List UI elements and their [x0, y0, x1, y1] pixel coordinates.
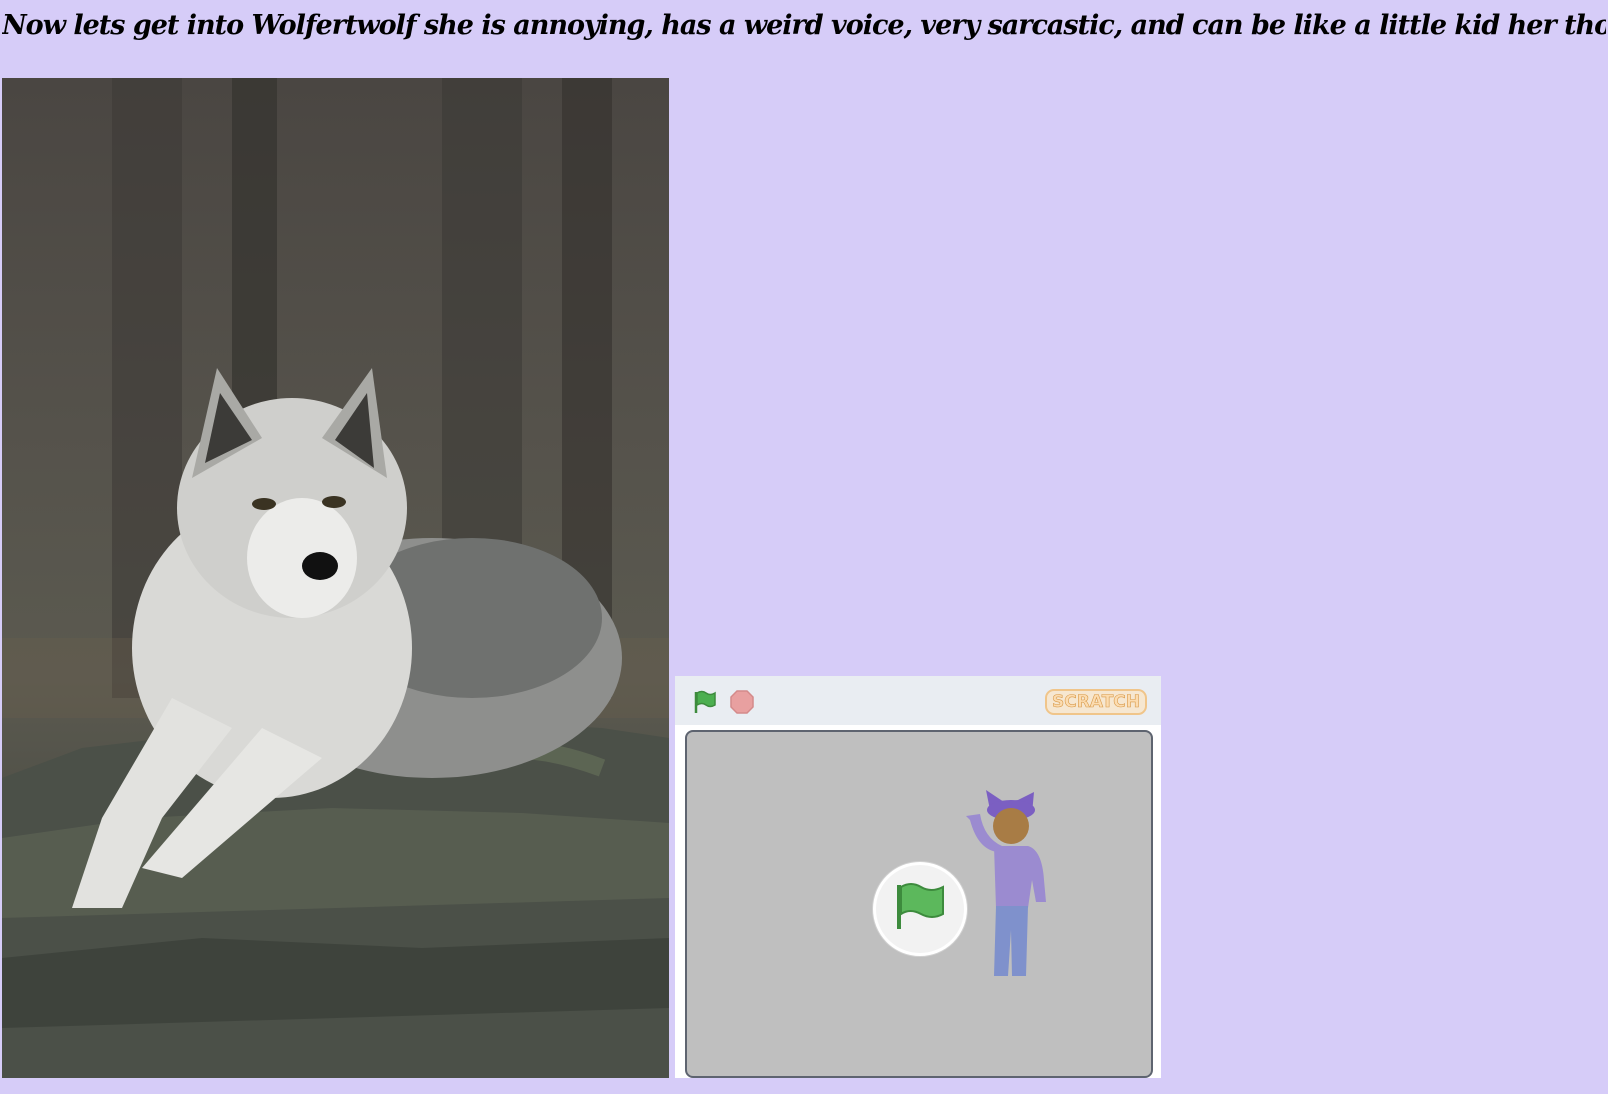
- wolf-girl-sprite[interactable]: [962, 790, 1052, 980]
- page-heading: Now lets get into Wolfertwolf she is ann…: [2, 10, 1606, 41]
- stop-sign-icon[interactable]: [729, 689, 755, 715]
- green-flag-icon: [897, 883, 944, 929]
- scratch-player: SCRATCH: [675, 676, 1161, 1078]
- scratch-stage[interactable]: [685, 730, 1153, 1078]
- player-toolbar: SCRATCH: [675, 676, 1161, 725]
- wolf-photo: [2, 78, 669, 1078]
- scratch-logo[interactable]: SCRATCH: [1045, 689, 1147, 715]
- green-flag-icon[interactable]: [692, 689, 718, 715]
- stage-green-flag-overlay[interactable]: [873, 862, 967, 956]
